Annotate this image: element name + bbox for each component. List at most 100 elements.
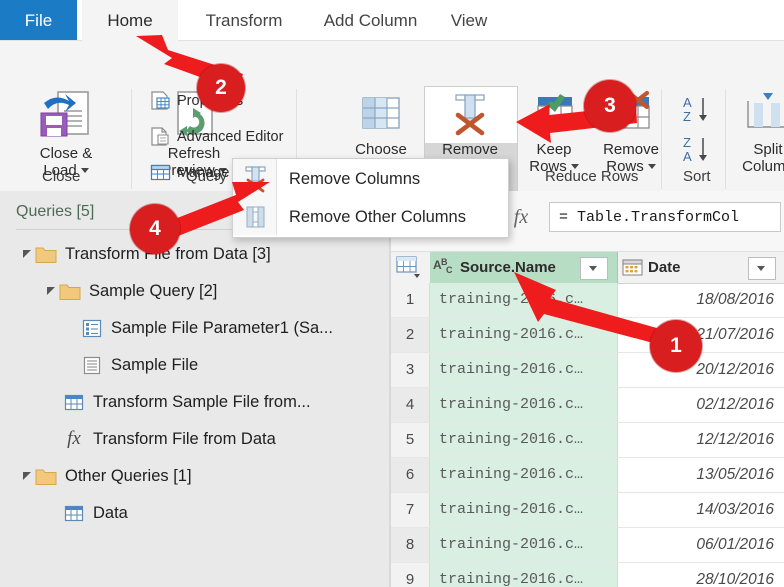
formula-input[interactable]: = Table.TransformCol [549, 202, 781, 232]
table-row[interactable]: 3 training-2016.c… 20/12/2016 [391, 353, 784, 388]
remove-rows-label-line1: Remove [603, 140, 659, 158]
query-item-data[interactable]: Data [62, 498, 128, 528]
cell-date[interactable]: 02/12/2016 [618, 388, 784, 422]
menu-item-remove-columns-label: Remove Columns [289, 169, 421, 188]
advanced-editor-label: Advanced Editor [177, 128, 284, 145]
table-row[interactable]: 6 training-2016.c… 13/05/2016 [391, 458, 784, 493]
query-item-other-queries-folder[interactable]: Other Queries [1] [20, 461, 192, 491]
row-number: 2 [391, 318, 430, 352]
split-column-icon [730, 89, 784, 142]
row-number: 8 [391, 528, 430, 562]
function-icon: fx [67, 428, 81, 449]
queries-pane: Queries [5] Transform File from Data [3]… [0, 191, 389, 587]
table-icon [62, 387, 86, 417]
row-number: 3 [391, 353, 430, 387]
expand-twisty-icon[interactable] [20, 239, 34, 269]
chevron-down-icon[interactable] [80, 168, 89, 174]
close-and-load-icon [12, 89, 120, 146]
group-separator-reduce-rows [661, 89, 662, 189]
query-item-sample-query-folder[interactable]: Sample Query [2] [44, 276, 217, 306]
svg-text:Z: Z [683, 109, 691, 124]
expand-twisty-icon[interactable] [20, 461, 34, 491]
tab-view[interactable]: View [438, 0, 500, 41]
parameter-icon [80, 313, 104, 343]
row-number: 9 [391, 563, 430, 587]
group-separator-sort [725, 89, 726, 189]
refresh-preview-label-line1: Refresh [167, 144, 221, 162]
remove-columns-label-line1: Remove [442, 140, 498, 158]
advanced-editor-button[interactable]: Advanced Editor [150, 127, 283, 146]
menu-item-remove-other-columns-label: Remove Other Columns [289, 207, 466, 226]
query-item-label: Data [93, 503, 128, 522]
query-item-label: Sample File Parameter1 (Sa... [111, 318, 333, 337]
group-label-reduce-rows: Reduce Rows [545, 168, 639, 185]
cell-source-name[interactable]: training-2016.c… [430, 423, 618, 457]
query-item-label: Transform File from Data [93, 429, 276, 448]
tab-add-column[interactable]: Add Column [303, 0, 438, 41]
chevron-down-icon[interactable] [647, 164, 656, 170]
abc-type-icon: A B C [430, 252, 460, 283]
split-column-label-line1: Split [753, 140, 783, 158]
queries-pane-header: Queries [5] [16, 203, 95, 220]
remove-columns-icon [424, 89, 516, 142]
group-separator-close [131, 89, 132, 189]
split-column-label-line2: Column [742, 157, 784, 175]
folder-icon [34, 461, 58, 491]
cell-date[interactable]: 14/03/2016 [618, 493, 784, 527]
svg-text:Z: Z [683, 135, 691, 150]
menu-item-remove-columns[interactable]: Remove Columns [234, 160, 507, 198]
row-number: 4 [391, 388, 430, 422]
folder-icon [34, 239, 58, 269]
ribbon-tab-bar: File Home Transform Add Column View [0, 0, 784, 41]
sort-ascending-button[interactable]: A Z [679, 93, 715, 127]
cell-date[interactable]: 28/10/2016 [618, 563, 784, 587]
expand-twisty-icon[interactable] [44, 276, 58, 306]
split-column-button[interactable]: Split Column [730, 89, 784, 175]
cell-source-name[interactable]: training-2016.c… [430, 528, 618, 562]
group-label-sort: Sort [683, 168, 711, 185]
date-filter-button[interactable] [748, 257, 776, 280]
query-item-label: Transform Sample File from... [93, 392, 311, 411]
cell-source-name[interactable]: training-2016.c… [430, 563, 618, 587]
keep-rows-label-line1: Keep [536, 140, 572, 158]
sort-descending-button[interactable]: Z A [679, 133, 715, 167]
folder-icon [58, 276, 82, 306]
cell-date[interactable]: 12/12/2016 [618, 423, 784, 457]
query-item-label: Sample File [111, 355, 199, 374]
table-row[interactable]: 8 training-2016.c… 06/01/2016 [391, 528, 784, 563]
svg-text:A: A [683, 149, 692, 164]
table-row[interactable]: 5 training-2016.c… 12/12/2016 [391, 423, 784, 458]
row-number: 1 [391, 283, 430, 317]
svg-text:C: C [446, 265, 453, 275]
cell-source-name[interactable]: training-2016.c… [430, 353, 618, 387]
table-row[interactable]: 4 training-2016.c… 02/12/2016 [391, 388, 784, 423]
row-number: 6 [391, 458, 430, 492]
choose-columns-icon [338, 89, 424, 142]
advanced-editor-icon [150, 127, 171, 146]
cell-source-name[interactable]: training-2016.c… [430, 458, 618, 492]
query-item-sample-file-parameter1[interactable]: Sample File Parameter1 (Sa... [80, 313, 333, 343]
file-icon [80, 350, 104, 380]
group-label-close: Close [42, 168, 81, 185]
annotation-marker-2: 2 [197, 64, 245, 112]
cell-source-name[interactable]: training-2016.c… [430, 388, 618, 422]
query-item-transform-file-from-data-function[interactable]: fx Transform File from Data [62, 424, 276, 454]
row-number: 5 [391, 423, 430, 457]
table-row[interactable]: 9 training-2016.c… 28/10/2016 [391, 563, 784, 587]
choose-columns-label-line1: Choose [355, 140, 407, 158]
menu-item-remove-other-columns[interactable]: Remove Other Columns [234, 198, 507, 236]
query-item-transform-sample-file-from[interactable]: Transform Sample File from... [62, 387, 311, 417]
query-item-label: Other Queries [1] [65, 466, 192, 485]
svg-text:A: A [683, 95, 692, 110]
query-item-sample-file[interactable]: Sample File [80, 350, 198, 380]
cell-date[interactable]: 06/01/2016 [618, 528, 784, 562]
cell-source-name[interactable]: training-2016.c… [430, 493, 618, 527]
table-row[interactable]: 7 training-2016.c… 14/03/2016 [391, 493, 784, 528]
close-and-load-button[interactable]: Close & Load [12, 89, 120, 179]
annotation-marker-3: 3 [584, 80, 636, 132]
tab-file[interactable]: File [0, 0, 77, 41]
grid-select-all-button[interactable] [391, 252, 431, 283]
close-and-load-label-line1: Close & [39, 144, 93, 162]
cell-date[interactable]: 20/12/2016 [618, 353, 784, 387]
cell-date[interactable]: 13/05/2016 [618, 458, 784, 492]
